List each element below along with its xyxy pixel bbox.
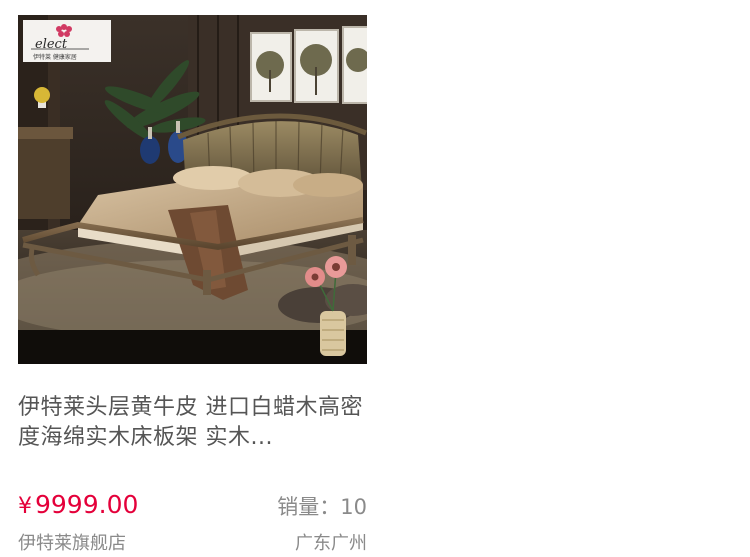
shop-location: 广东广州 xyxy=(295,533,367,554)
bedroom-photo xyxy=(18,15,367,364)
product-title[interactable]: 伊特莱头层黄牛皮 进口白蜡木高密度海绵实木床板架 实木... xyxy=(18,393,367,453)
sales-count: 销量：10 xyxy=(277,492,367,522)
sales-label: 销量： xyxy=(277,495,341,519)
brand-logo-mark: elect 伊特莱 健康家居 xyxy=(23,20,111,62)
wall-art xyxy=(250,26,367,104)
currency-symbol: ¥ xyxy=(18,494,32,519)
sales-value: 10 xyxy=(340,495,367,519)
svg-text:elect: elect xyxy=(35,37,68,52)
shop-name[interactable]: 伊特莱旗舰店 xyxy=(18,531,126,557)
price-value: 9999.00 xyxy=(35,490,139,519)
product-image[interactable]: elect 伊特莱 健康家居 xyxy=(18,15,367,364)
product-card[interactable]: elect 伊特莱 健康家居 伊特莱头层黄牛皮 进口白蜡木高密度海绵实木床板架 … xyxy=(18,15,367,554)
svg-text:伊特莱 健康家居: 伊特莱 健康家居 xyxy=(33,53,77,61)
brand-logo: elect 伊特莱 健康家居 xyxy=(23,20,111,62)
product-price: ¥9999.00 xyxy=(18,489,138,523)
